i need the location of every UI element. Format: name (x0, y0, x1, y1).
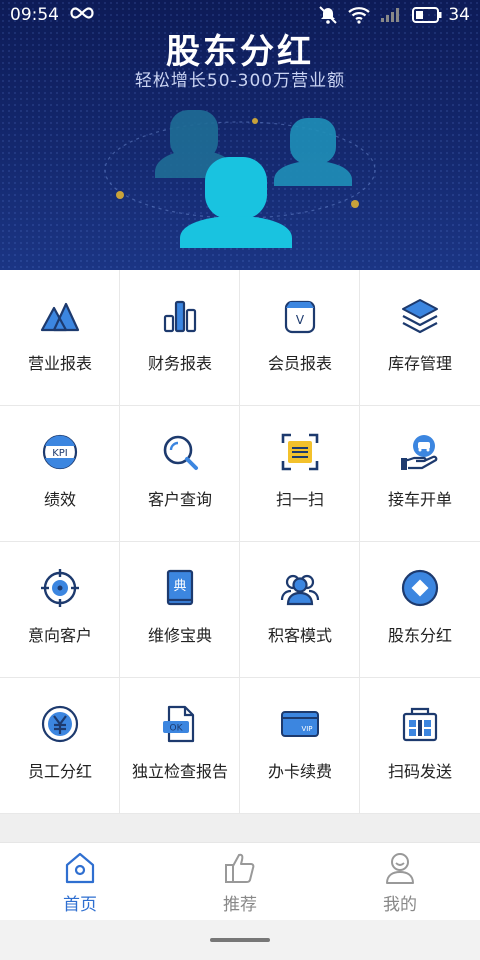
wifi-icon (348, 6, 371, 24)
grid-item-qr-send[interactable]: 扫码发送 (360, 678, 480, 814)
banner-subtitle: 轻松增长50-300万营业额 (134, 71, 346, 91)
grid-item-repair-manual[interactable]: 典 维修宝典 (120, 542, 240, 678)
thumbs-up-icon (224, 851, 256, 885)
grid-item-label: 股东分红 (387, 626, 452, 645)
tab-label: 推荐 (223, 895, 257, 915)
grid-item-staff-dividend[interactable]: 员工分红 (0, 678, 120, 814)
signal-icon (380, 7, 402, 23)
grid-item-customer-mode[interactable]: 积客模式 (240, 542, 360, 678)
grid-item-business-report[interactable]: 营业报表 (0, 270, 120, 406)
grid-item-inventory[interactable]: 库存管理 (360, 270, 480, 406)
mountain-icon (40, 296, 80, 336)
person-icon (384, 851, 416, 885)
vip-text: VIP (301, 725, 312, 733)
grid-item-potential-customer[interactable]: 意向客户 (0, 542, 120, 678)
grid-item-label: 意向客户 (27, 626, 92, 645)
infinity-icon (69, 5, 95, 25)
grid-item-card-renewal[interactable]: VIP 办卡续费 (240, 678, 360, 814)
ok-text: OK (170, 724, 184, 734)
kpi-text: KPI (52, 448, 68, 459)
yen-coin-icon (40, 704, 80, 744)
grid-item-shareholder-dividend[interactable]: 股东分红 (360, 542, 480, 678)
car-hand-icon (400, 432, 440, 472)
grid-item-label: 绩效 (43, 490, 76, 509)
grid-item-label: 积客模式 (267, 626, 332, 645)
home-icon (64, 851, 96, 885)
promo-banner[interactable]: 09:54 34 股东分红 轻松增长50-300万营业额 (0, 0, 480, 270)
qr-send-icon (400, 704, 440, 744)
kpi-icon: KPI (40, 432, 80, 472)
grid-item-label: 员工分红 (27, 762, 92, 781)
grid-item-inspection-report[interactable]: OK 独立检查报告 (120, 678, 240, 814)
grid-item-label: 财务报表 (147, 354, 212, 373)
tab-recommend[interactable]: 推荐 (160, 843, 320, 920)
users-icon (280, 568, 320, 608)
member-v-text: V (296, 313, 305, 327)
member-badge-icon: V (280, 296, 320, 336)
search-icon (160, 432, 200, 472)
book-icon: 典 (160, 568, 200, 608)
diamond-icon (400, 568, 440, 608)
grid-item-label: 办卡续费 (267, 762, 332, 781)
grid-item-label: 库存管理 (387, 354, 452, 373)
grid-item-customer-search[interactable]: 客户查询 (120, 406, 240, 542)
grid-item-label: 独立检查报告 (131, 762, 228, 781)
grid-item-label: 扫码发送 (387, 762, 452, 781)
system-nav-bar (0, 920, 480, 960)
grid-item-label: 接车开单 (387, 490, 452, 509)
status-time: 09:54 (10, 5, 59, 25)
battery-indicator: 34 (412, 5, 470, 25)
grid-item-finance-report[interactable]: 财务报表 (120, 270, 240, 406)
book-char: 典 (173, 579, 186, 594)
function-grid: 营业报表 财务报表 V 会员报表 库存管理 KPI 绩效 客户查询 扫一扫 接车… (0, 270, 480, 814)
target-icon (40, 568, 80, 608)
ok-report-icon: OK (160, 704, 200, 744)
grid-item-label: 扫一扫 (275, 490, 324, 509)
status-bar: 09:54 34 (0, 0, 480, 30)
bottom-tab-bar: 首页 推荐 我的 (0, 842, 480, 920)
tab-label: 首页 (63, 895, 97, 915)
home-gesture-handle[interactable] (210, 938, 270, 942)
grid-item-label: 客户查询 (147, 490, 212, 509)
grid-item-vehicle-order[interactable]: 接车开单 (360, 406, 480, 542)
grid-item-scan[interactable]: 扫一扫 (240, 406, 360, 542)
battery-icon (412, 7, 442, 23)
grid-item-label: 会员报表 (267, 354, 332, 373)
grid-item-label: 维修宝典 (147, 626, 212, 645)
mute-icon (318, 5, 338, 25)
tab-home[interactable]: 首页 (0, 843, 160, 920)
grid-item-member-report[interactable]: V 会员报表 (240, 270, 360, 406)
scan-icon (280, 432, 320, 472)
tab-profile[interactable]: 我的 (320, 843, 480, 920)
section-divider (0, 814, 480, 842)
tab-label: 我的 (383, 895, 417, 915)
grid-item-label: 营业报表 (27, 354, 92, 373)
layers-icon (400, 296, 440, 336)
bar-chart-icon (160, 296, 200, 336)
battery-level: 34 (448, 5, 470, 25)
vip-card-icon: VIP (280, 704, 320, 744)
grid-item-kpi[interactable]: KPI 绩效 (0, 406, 120, 542)
